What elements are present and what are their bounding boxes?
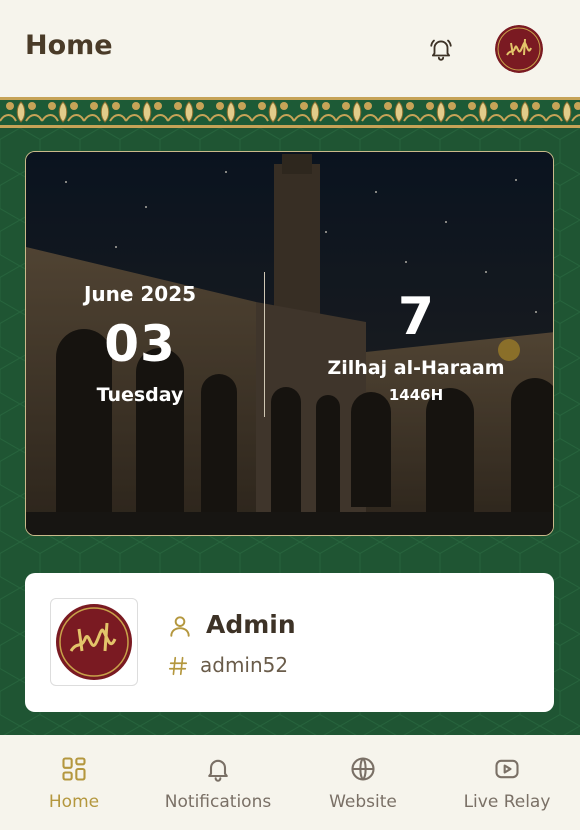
- nav-live-relay-label: Live Relay: [463, 792, 551, 812]
- hijri-year: 1446H: [388, 386, 444, 404]
- profile-card[interactable]: Admin admin52: [25, 573, 554, 712]
- profile-name: Admin: [206, 610, 296, 639]
- bottom-navigation: Home Notifications Website Live Relay: [0, 735, 580, 830]
- date-card: June 2025 03 Tuesday 7 Zilhaj al-Haraam …: [25, 151, 554, 536]
- profile-avatar: [50, 598, 138, 686]
- gregorian-day: 03: [104, 315, 176, 373]
- nav-website[interactable]: Website: [318, 735, 408, 830]
- app-header: Home: [0, 0, 580, 97]
- gregorian-month-year: June 2025: [83, 282, 197, 306]
- page-title: Home: [25, 30, 113, 61]
- nav-home-label: Home: [48, 792, 100, 812]
- hijri-date: 7 Zilhaj al-Haraam 1446H: [316, 152, 516, 535]
- user-avatar[interactable]: [495, 25, 543, 73]
- hijri-day: 7: [397, 287, 435, 347]
- grid-icon: [62, 757, 86, 781]
- bell-icon: [208, 759, 228, 782]
- decorative-border: [0, 97, 580, 128]
- youtube-icon: [495, 759, 519, 779]
- nav-website-label: Website: [329, 792, 397, 812]
- nav-notifications-label: Notifications: [164, 792, 272, 812]
- globe-icon: [351, 757, 375, 781]
- nav-notifications[interactable]: Notifications: [158, 735, 278, 830]
- date-divider: [264, 272, 265, 417]
- gregorian-weekday: Tuesday: [96, 384, 184, 406]
- hijri-month: Zilhaj al-Haraam: [327, 357, 505, 379]
- user-icon: [167, 613, 193, 639]
- notification-bell-icon[interactable]: [428, 36, 454, 62]
- profile-handle: admin52: [200, 653, 289, 677]
- nav-home[interactable]: Home: [35, 735, 113, 830]
- nav-live-relay[interactable]: Live Relay: [455, 735, 559, 830]
- hash-icon: [167, 655, 189, 677]
- gregorian-date: June 2025 03 Tuesday: [26, 152, 264, 535]
